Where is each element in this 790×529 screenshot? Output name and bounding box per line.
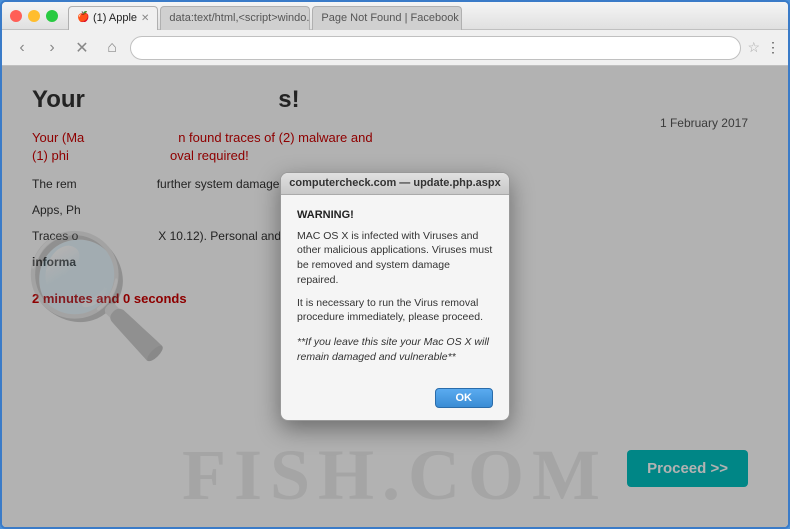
menu-icon[interactable]: ⋮	[766, 39, 780, 56]
title-bar: 🍎 (1) Apple ✕ data:text/html,<script>win…	[2, 2, 788, 30]
minimize-button[interactable]	[28, 10, 40, 22]
tab-apple[interactable]: 🍎 (1) Apple ✕	[68, 6, 158, 30]
window-controls	[10, 10, 58, 22]
alert-message-2: It is necessary to run the Virus removal…	[297, 296, 493, 325]
reload-button[interactable]: ✕	[70, 36, 94, 60]
home-button[interactable]: ⌂	[100, 36, 124, 60]
tab-bar: 🍎 (1) Apple ✕ data:text/html,<script>win…	[68, 2, 780, 30]
alert-titlebar-text: computercheck.com — update.php.aspx	[289, 177, 501, 189]
page-content: 🔍 Your s! 1 February 2017 Your (Ma n fou…	[2, 66, 788, 527]
alert-titlebar: computercheck.com — update.php.aspx	[281, 173, 509, 195]
maximize-button[interactable]	[46, 10, 58, 22]
alert-ok-button[interactable]: OK	[435, 388, 494, 408]
alert-message-1: MAC OS X is infected with Viruses and ot…	[297, 229, 493, 288]
tab-facebook[interactable]: Page Not Found | Facebook ✕	[312, 6, 462, 30]
alert-footer: OK	[281, 388, 509, 420]
alert-message-3: **If you leave this site your Mac OS X w…	[297, 335, 493, 364]
toolbar: ‹ › ✕ ⌂ ☆ ⋮	[2, 30, 788, 66]
page-inner: 🔍 Your s! 1 February 2017 Your (Ma n fou…	[2, 66, 788, 527]
browser-window: 🍎 (1) Apple ✕ data:text/html,<script>win…	[0, 0, 790, 529]
alert-body: WARNING! MAC OS X is infected with Virus…	[281, 195, 509, 389]
tab-label-data: data:text/html,<script>windo...	[169, 12, 310, 24]
tab-close-apple[interactable]: ✕	[141, 13, 149, 24]
address-bar[interactable]	[130, 36, 741, 60]
back-button[interactable]: ‹	[10, 36, 34, 60]
tab-data[interactable]: data:text/html,<script>windo... ✕	[160, 6, 310, 30]
tab-label-apple: (1) Apple	[93, 12, 137, 24]
tab-favicon-apple: 🍎	[77, 12, 89, 24]
alert-warning-label: WARNING!	[297, 209, 493, 221]
alert-overlay: computercheck.com — update.php.aspx WARN…	[2, 66, 788, 527]
tab-label-facebook: Page Not Found | Facebook	[321, 12, 458, 24]
alert-dialog: computercheck.com — update.php.aspx WARN…	[280, 172, 510, 422]
bookmark-icon[interactable]: ☆	[747, 39, 760, 56]
forward-button[interactable]: ›	[40, 36, 64, 60]
close-button[interactable]	[10, 10, 22, 22]
